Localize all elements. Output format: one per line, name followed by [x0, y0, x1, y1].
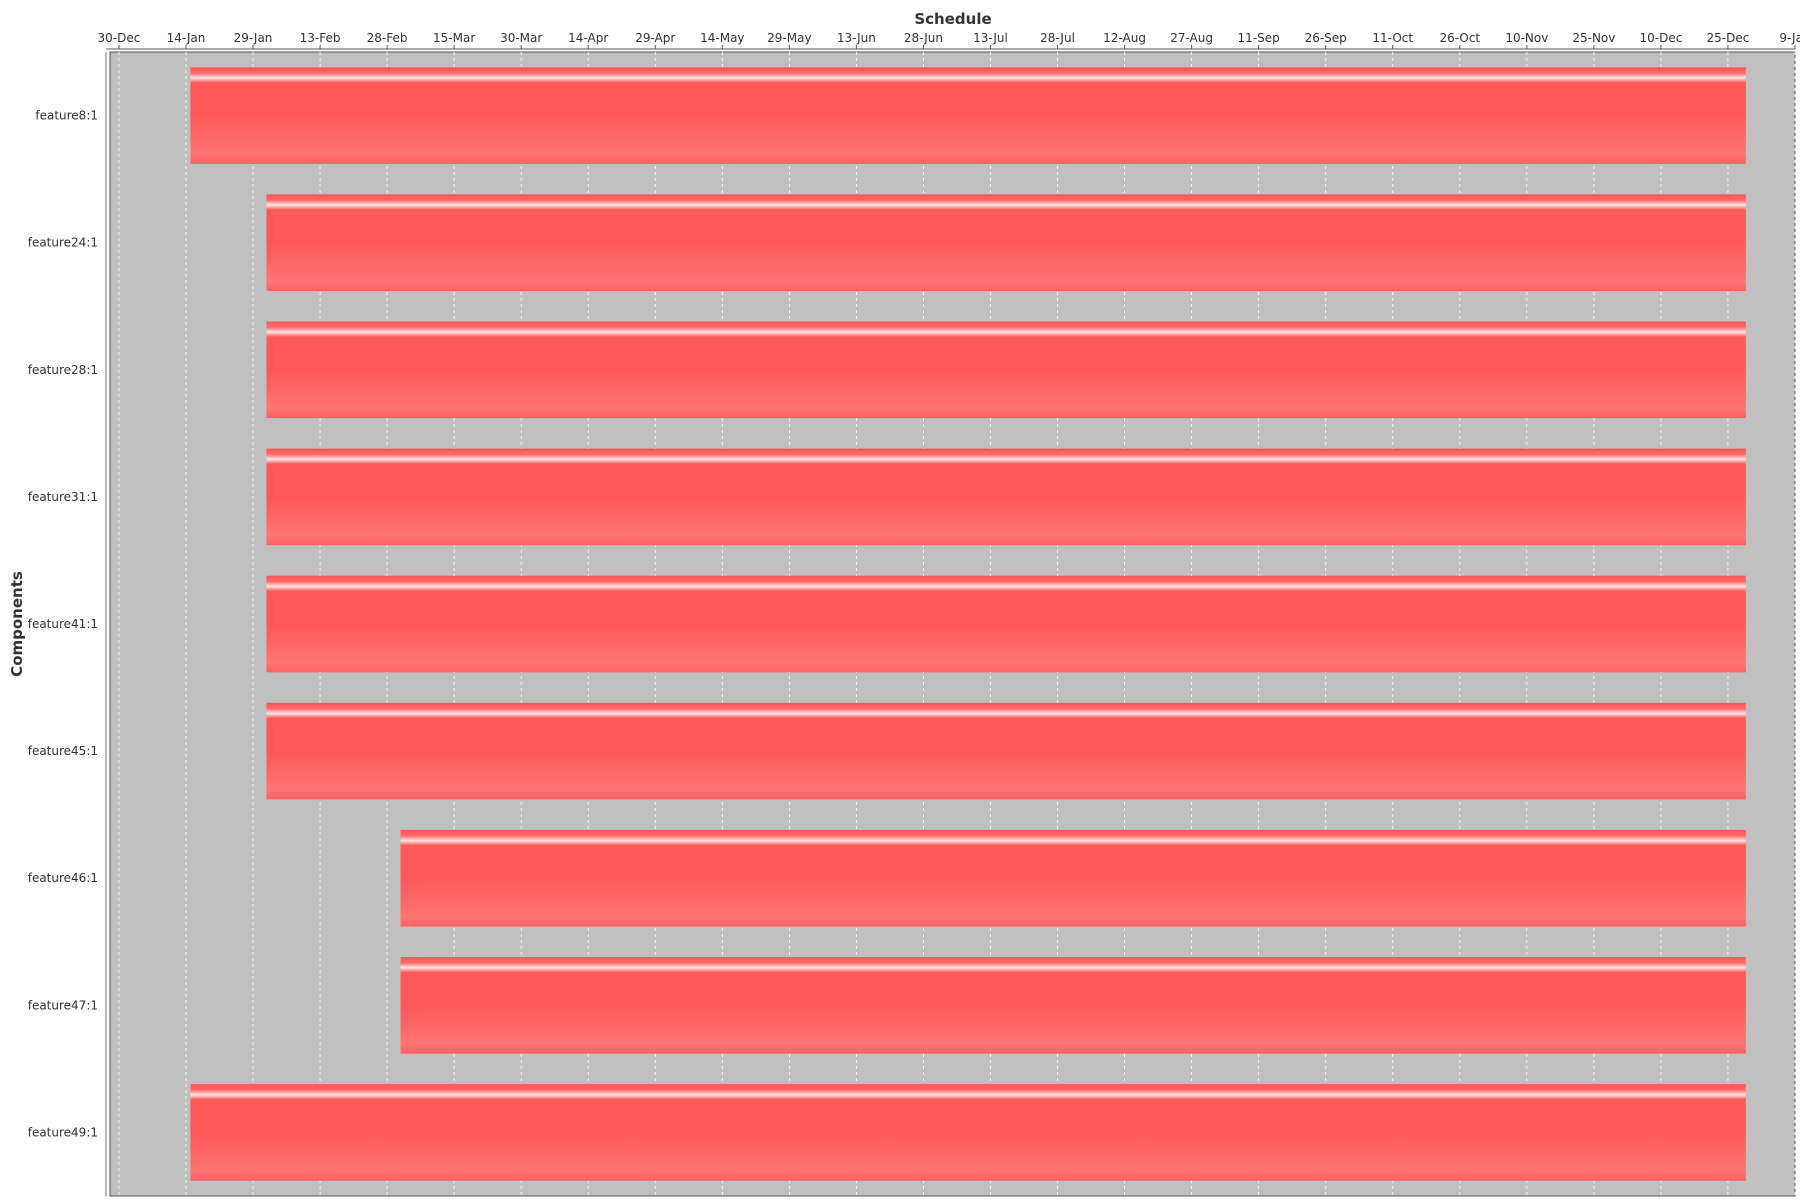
task-bar	[266, 321, 1746, 419]
x-tick-label: 25-Dec	[1707, 31, 1750, 45]
x-tick-label: 25-Nov	[1572, 31, 1615, 45]
y-category-label: feature31:1	[28, 490, 98, 504]
x-tick-label: 29-May	[767, 31, 811, 45]
x-tick-label: 26-Sep	[1305, 31, 1347, 45]
x-tick-label: 27-Aug	[1170, 31, 1213, 45]
task-bar	[400, 957, 1746, 1054]
y-category-label: feature41:1	[28, 617, 98, 631]
x-tick-label: 14-Apr	[568, 31, 608, 45]
x-tick-label: 30-Dec	[98, 31, 141, 45]
x-tick-label: 28-Jul	[1040, 31, 1075, 45]
y-axis: feature8:1 feature24:1 feature28:1 feature3…	[28, 109, 98, 1140]
y-category-label: feature28:1	[28, 363, 98, 377]
x-tick-label: 14-Jan	[167, 31, 206, 45]
task-bar	[190, 1084, 1746, 1181]
x-tick-label: 10-Nov	[1505, 31, 1548, 45]
chart-title: Schedule	[914, 10, 991, 28]
x-tick-label: 28-Feb	[367, 31, 408, 45]
y-category-label: feature24:1	[28, 236, 98, 250]
y-category-label: feature47:1	[28, 998, 98, 1012]
x-tick-label: 26-Oct	[1439, 31, 1480, 45]
x-axis: 30-Dec 14-Jan 29-Jan 13-Feb 28-Feb 15-Mar 30-M…	[98, 31, 1800, 50]
task-bars	[190, 67, 1746, 1181]
task-bar	[266, 194, 1746, 291]
task-bar	[400, 829, 1746, 927]
task-bar	[266, 448, 1746, 546]
gantt-chart: Schedule 30-Dec 14-Jan 29-Jan 13-Feb 28-Feb 1…	[8, 10, 1800, 1197]
x-tick-label: 29-Jan	[234, 31, 273, 45]
x-tick-label: 11-Oct	[1372, 31, 1413, 45]
task-bar	[266, 575, 1746, 673]
task-bar	[266, 702, 1746, 800]
y-category-label: feature49:1	[28, 1125, 98, 1139]
x-tick-label: 10-Dec	[1640, 31, 1683, 45]
y-category-label: feature8:1	[35, 109, 98, 123]
x-tick-label: 28-Jun	[904, 31, 943, 45]
x-tick-label: 13-Jul	[973, 31, 1008, 45]
x-tick-label: 11-Sep	[1238, 31, 1280, 45]
y-category-label: feature45:1	[28, 744, 98, 758]
x-tick-label: 9-Jan	[1779, 31, 1800, 45]
x-tick-label: 15-Mar	[433, 31, 475, 45]
x-tick-label: 29-Apr	[635, 31, 675, 45]
x-tick-label: 14-May	[700, 31, 744, 45]
x-tick-label: 13-Feb	[300, 31, 341, 45]
y-category-label: feature46:1	[28, 871, 98, 885]
task-bar	[190, 67, 1746, 164]
y-axis-title: Components	[8, 571, 26, 677]
x-tick-label: 13-Jun	[837, 31, 876, 45]
x-tick-label: 30-Mar	[500, 31, 542, 45]
x-tick-label: 12-Aug	[1103, 31, 1146, 45]
